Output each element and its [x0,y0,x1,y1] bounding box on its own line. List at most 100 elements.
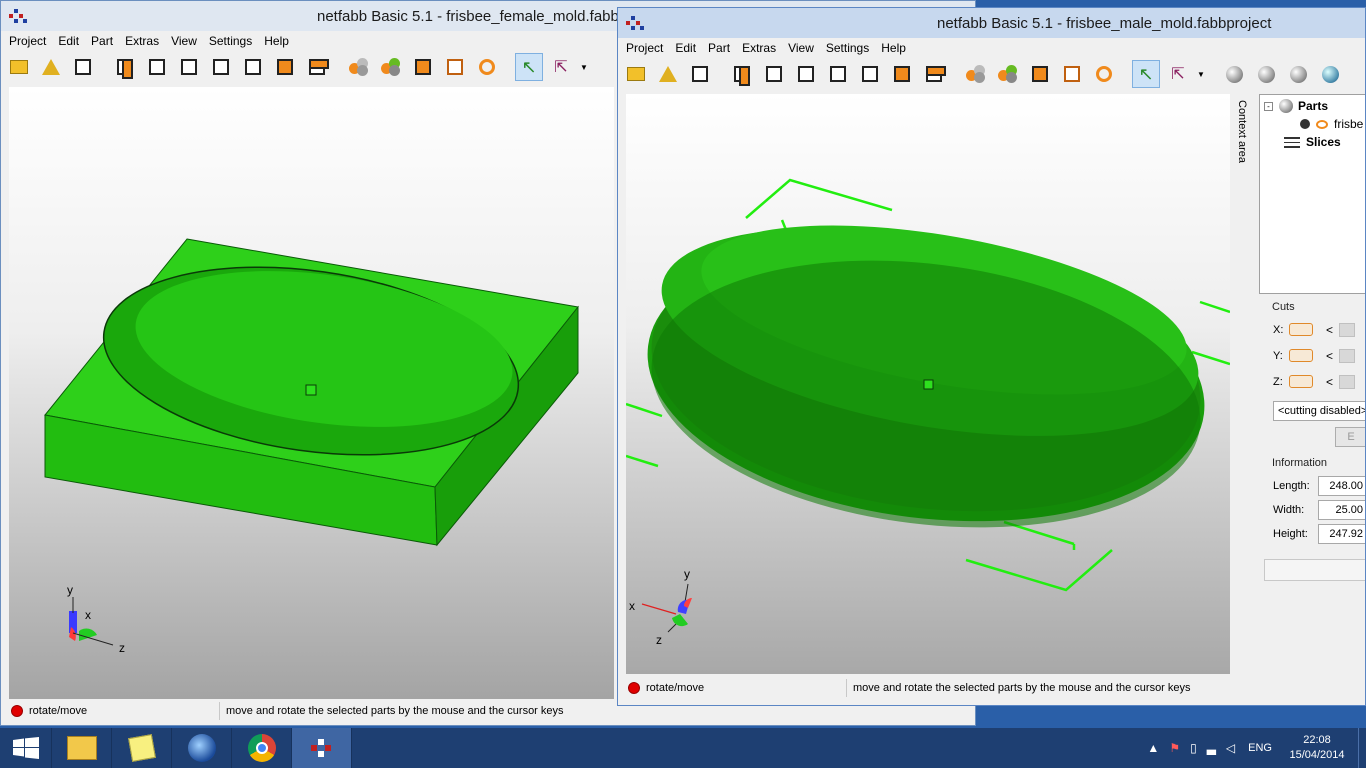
battery-icon[interactable]: ▯ [1190,741,1197,755]
collapse-icon[interactable]: - [1264,101,1273,111]
part-info-button[interactable] [69,53,97,81]
menu-settings[interactable]: Settings [203,34,258,48]
menu-part[interactable]: Part [702,41,736,55]
measure-tool-button[interactable]: ⇱ [547,53,575,81]
show-desktop-button[interactable] [1358,728,1366,768]
tree-node-parts[interactable]: - Parts [1264,99,1328,113]
view-back-button[interactable] [760,60,788,88]
cut-x-arrow[interactable]: < [1326,323,1333,337]
3d-viewport[interactable]: y x z [9,87,614,699]
add-part-button[interactable] [37,53,65,81]
toolbar: ↖ ⇱ ▼ [618,58,1365,90]
execute-cut-button[interactable]: E [1335,427,1365,447]
part-info-button[interactable] [686,60,714,88]
view-left-button[interactable] [792,60,820,88]
menu-extras[interactable]: Extras [736,41,782,55]
sphere-tool-button[interactable] [1220,60,1248,88]
view-top-button[interactable] [239,53,267,81]
measure-tool-button[interactable]: ⇱ [1164,60,1192,88]
zoom-button[interactable] [473,53,501,81]
tool-dropdown-button[interactable]: ▼ [1196,60,1206,88]
show-hidden-icons-icon[interactable]: ▲ [1147,741,1159,755]
view-top-button[interactable] [856,60,884,88]
menu-project[interactable]: Project [620,41,669,55]
zoom-button[interactable] [1090,60,1118,88]
axis-z-label: z [119,641,125,655]
tree-node-part-item[interactable]: frisbe [1300,117,1363,131]
taskbar-notes[interactable] [112,728,172,768]
start-button[interactable] [0,728,52,768]
zoom-all-button[interactable] [1058,60,1086,88]
menu-part[interactable]: Part [85,34,119,48]
taskbar-chrome[interactable] [232,728,292,768]
clock[interactable]: 22:08 15/04/2014 [1282,733,1352,763]
cutting-mode-select[interactable]: <cutting disabled> [1273,401,1365,421]
select-tool-button[interactable]: ↖ [1132,60,1160,88]
view-right-button[interactable] [824,60,852,88]
sphere-rotate-button[interactable] [1252,60,1280,88]
network-icon[interactable]: ▃ [1207,741,1216,755]
netfabb-logo-icon [310,739,333,757]
title-bar[interactable]: netfabb Basic 5.1 - frisbee_male_mold.fa… [618,8,1365,38]
pointer-icon: ↖ [1138,64,1154,84]
tree-node-slices[interactable]: Slices [1284,135,1341,149]
show-parts-button[interactable] [345,53,373,81]
menu-project[interactable]: Project [3,34,52,48]
language-indicator[interactable]: ENG [1248,742,1272,754]
zoom-selection-button[interactable] [409,53,437,81]
select-tool-button[interactable]: ↖ [515,53,543,81]
color-parts-button[interactable] [994,60,1022,88]
menu-help[interactable]: Help [875,41,912,55]
view-bottom-button[interactable] [271,53,299,81]
tool-dropdown-button[interactable]: ▼ [579,53,589,81]
menu-help[interactable]: Help [258,34,295,48]
view-front-button[interactable] [111,53,139,81]
zoom-all-button[interactable] [441,53,469,81]
cut-y-color[interactable] [1289,349,1313,362]
cut-x-slider[interactable] [1339,323,1355,337]
cut-z-color[interactable] [1289,375,1313,388]
menu-extras[interactable]: Extras [119,34,165,48]
status-hint: move and rotate the selected parts by th… [226,705,564,717]
view-iso-button[interactable] [920,60,948,88]
taskbar-file-explorer[interactable] [52,728,112,768]
view-back-button[interactable] [143,53,171,81]
window-male-mold: netfabb Basic 5.1 - frisbee_male_mold.fa… [617,7,1366,706]
menu-edit[interactable]: Edit [669,41,702,55]
3d-viewport[interactable]: y x z [625,94,1231,674]
status-indicator-icon [11,705,23,717]
sphere-icon [1225,65,1243,83]
eye-icon[interactable] [1316,119,1328,129]
cuts-label: Cuts [1272,301,1295,313]
cut-z-arrow[interactable]: < [1326,375,1333,389]
sphere-move-button[interactable] [1284,60,1312,88]
cut-y-arrow[interactable]: < [1326,349,1333,363]
view-bottom-button[interactable] [888,60,916,88]
show-parts-button[interactable] [962,60,990,88]
sphere-scale-button[interactable] [1316,60,1344,88]
context-area-tab[interactable]: Context area [1234,96,1256,186]
cut-x-color[interactable] [1289,323,1313,336]
cut-y-slider[interactable] [1339,349,1355,363]
view-left-button[interactable] [175,53,203,81]
menu-edit[interactable]: Edit [52,34,85,48]
zoom-selection-button[interactable] [1026,60,1054,88]
view-right-button[interactable] [207,53,235,81]
open-project-button[interactable] [5,53,33,81]
view-front-button[interactable] [728,60,756,88]
color-parts-button[interactable] [377,53,405,81]
cut-z-slider[interactable] [1339,375,1355,389]
part-dot-icon [1300,119,1310,129]
flag-alert-icon[interactable]: ⚑ [1169,741,1180,755]
taskbar-netfabb[interactable] [292,728,352,768]
menu-settings[interactable]: Settings [820,41,875,55]
cube-front-icon [734,66,750,86]
add-part-button[interactable] [654,60,682,88]
volume-icon[interactable]: ◁ [1226,741,1235,755]
taskbar-app-swirl[interactable] [172,728,232,768]
view-iso-button[interactable] [303,53,331,81]
menu-view[interactable]: View [782,41,820,55]
open-project-button[interactable] [622,60,650,88]
menu-view[interactable]: View [165,34,203,48]
axis-z-label: z [656,633,662,647]
